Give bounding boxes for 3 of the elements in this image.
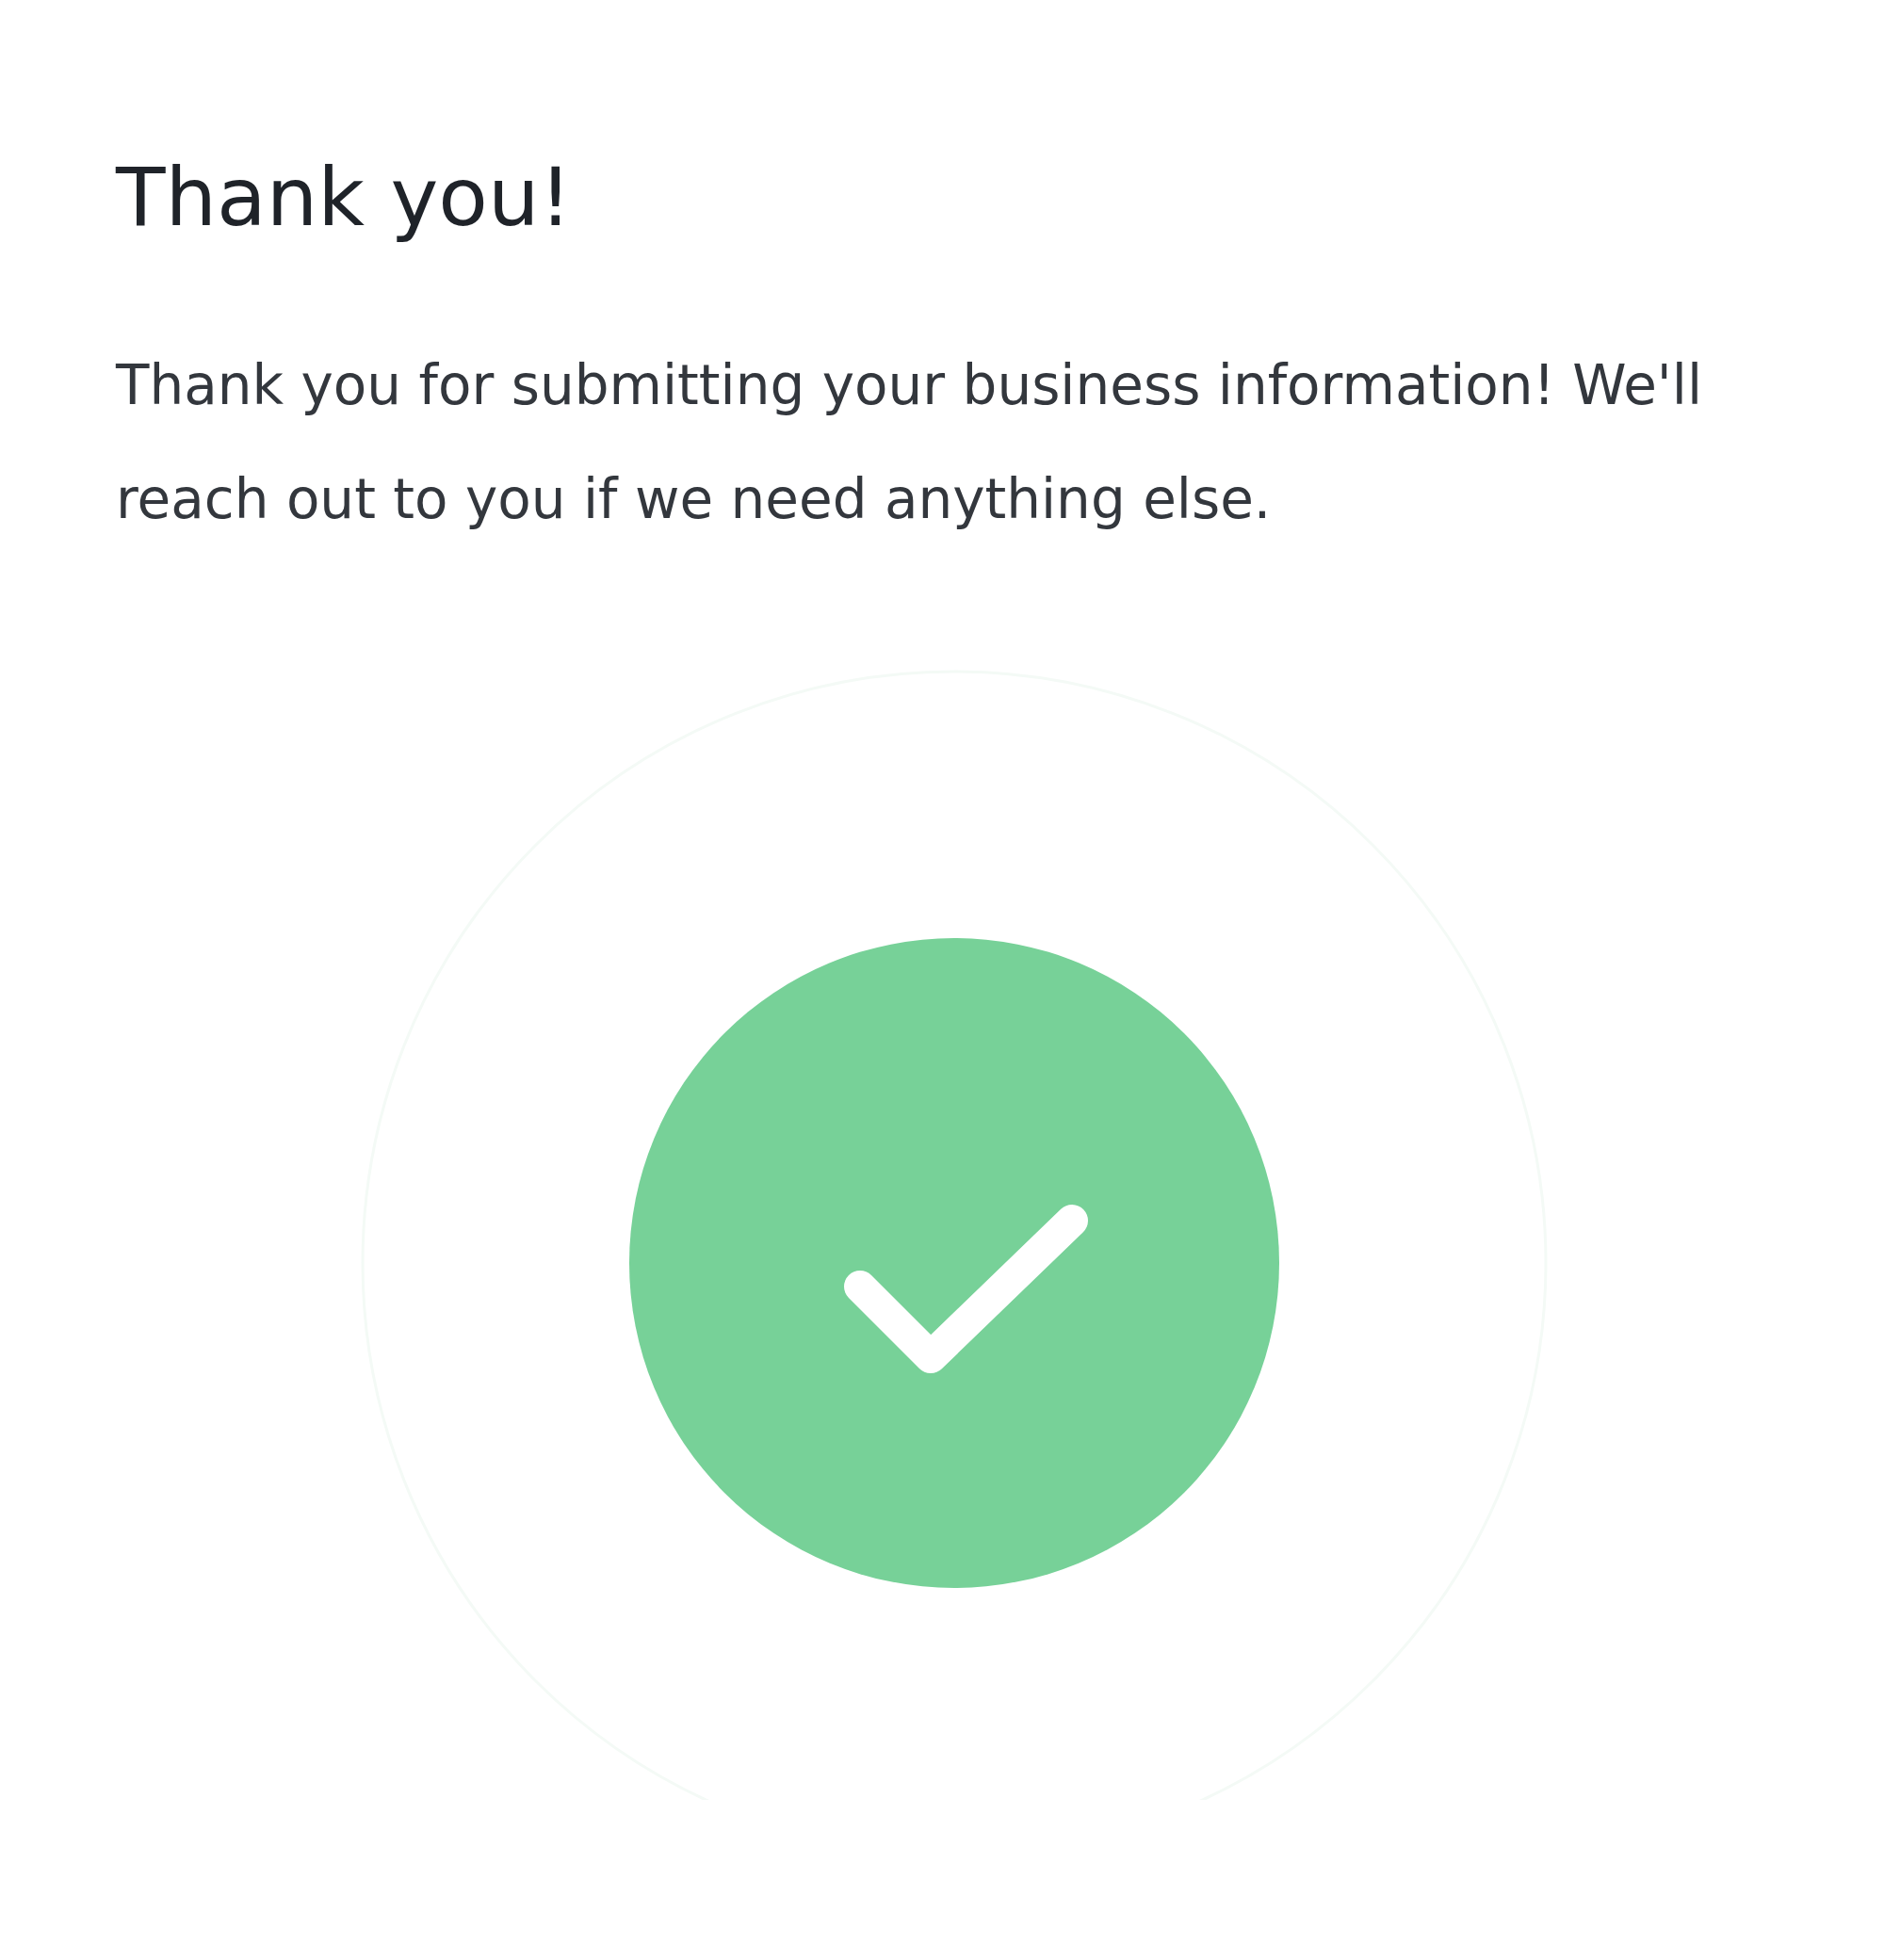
title: Thank you! <box>116 149 572 246</box>
message: Thank you for submitting your business information! We'll reach out to you if we need anything else. <box>116 352 1704 534</box>
success-check-icon <box>361 670 1548 1801</box>
